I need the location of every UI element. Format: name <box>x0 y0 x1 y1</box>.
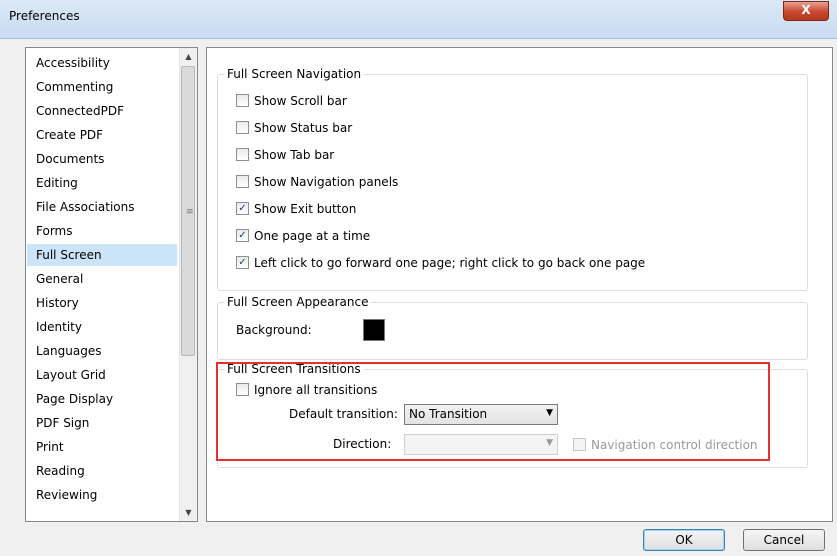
cancel-button[interactable]: Cancel <box>743 529 825 551</box>
category-list[interactable]: Accessibility Commenting ConnectedPDF Cr… <box>25 47 198 522</box>
sidebar-item-commenting[interactable]: Commenting <box>27 76 177 98</box>
sidebar-item-documents[interactable]: Documents <box>27 148 177 170</box>
sidebar-item-connectedpdf[interactable]: ConnectedPDF <box>27 100 177 122</box>
navigation-legend: Full Screen Navigation <box>224 67 365 81</box>
show-scroll-bar-checkbox[interactable] <box>236 94 249 107</box>
sidebar-item-layout-grid[interactable]: Layout Grid <box>27 364 177 386</box>
check-icon: ✓ <box>238 230 247 241</box>
show-navigation-panels-label: Show Navigation panels <box>254 175 399 189</box>
left-click-forward-checkbox[interactable]: ✓ <box>236 256 249 269</box>
show-tab-bar-label: Show Tab bar <box>254 148 335 162</box>
one-page-at-a-time-option[interactable]: ✓ One page at a time <box>236 228 370 244</box>
sidebar-item-full-screen[interactable]: Full Screen <box>27 244 177 266</box>
sidebar-item-page-display[interactable]: Page Display <box>27 388 177 410</box>
show-navigation-panels-option[interactable]: Show Navigation panels <box>236 174 398 190</box>
navigation-group: Full Screen Navigation Show Scroll bar S… <box>217 67 808 291</box>
sidebar-item-languages[interactable]: Languages <box>27 340 177 362</box>
show-tab-bar-checkbox[interactable] <box>236 148 249 161</box>
check-icon: ✓ <box>238 203 247 214</box>
sidebar-item-create-pdf[interactable]: Create PDF <box>27 124 177 146</box>
show-scroll-bar-label: Show Scroll bar <box>254 94 347 108</box>
show-navigation-panels-checkbox[interactable] <box>236 175 249 188</box>
sidebar-item-identity[interactable]: Identity <box>27 316 177 338</box>
show-scroll-bar-option[interactable]: Show Scroll bar <box>236 93 347 109</box>
sidebar-item-forms[interactable]: Forms <box>27 220 177 242</box>
sidebar-item-history[interactable]: History <box>27 292 177 314</box>
one-page-at-a-time-checkbox[interactable]: ✓ <box>236 229 249 242</box>
sidebar-item-reviewing[interactable]: Reviewing <box>27 484 177 506</box>
close-button[interactable]: X <box>783 1 829 21</box>
show-status-bar-label: Show Status bar <box>254 121 353 135</box>
window-title: Preferences <box>9 9 80 23</box>
category-scrollbar[interactable]: ▲ ≡ ▼ <box>179 48 197 521</box>
show-status-bar-checkbox[interactable] <box>236 121 249 134</box>
sidebar-item-accessibility[interactable]: Accessibility <box>27 52 177 74</box>
one-page-at-a-time-label: One page at a time <box>254 229 371 243</box>
show-exit-button-label: Show Exit button <box>254 202 357 216</box>
sidebar-item-reading[interactable]: Reading <box>27 460 177 482</box>
dialog-body: Accessibility Commenting ConnectedPDF Cr… <box>0 39 837 556</box>
scrollbar-thumb[interactable]: ≡ <box>181 66 195 356</box>
scroll-down-icon[interactable]: ▼ <box>180 504 197 521</box>
sidebar-item-print[interactable]: Print <box>27 436 177 458</box>
appearance-group: Full Screen Appearance Background: <box>217 295 808 360</box>
appearance-legend: Full Screen Appearance <box>224 295 372 309</box>
show-exit-button-checkbox[interactable]: ✓ <box>236 202 249 215</box>
grip-icon: ≡ <box>186 207 194 217</box>
left-click-forward-label: Left click to go forward one page; right… <box>254 256 646 270</box>
scroll-up-icon[interactable]: ▲ <box>180 48 197 65</box>
show-exit-button-option[interactable]: ✓ Show Exit button <box>236 201 356 217</box>
check-icon: ✓ <box>238 257 247 268</box>
show-status-bar-option[interactable]: Show Status bar <box>236 120 352 136</box>
left-click-forward-option[interactable]: ✓ Left click to go forward one page; righ… <box>236 255 645 271</box>
titlebar: Preferences X <box>0 0 837 39</box>
sidebar-item-editing[interactable]: Editing <box>27 172 177 194</box>
close-icon: X <box>801 3 811 17</box>
ok-button[interactable]: OK <box>643 529 725 551</box>
highlight-box <box>216 362 770 461</box>
background-label: Background: <box>236 323 312 337</box>
show-tab-bar-option[interactable]: Show Tab bar <box>236 147 334 163</box>
sidebar-item-general[interactable]: General <box>27 268 177 290</box>
background-color-swatch[interactable] <box>363 319 385 341</box>
sidebar-item-pdf-sign[interactable]: PDF Sign <box>27 412 177 434</box>
sidebar-item-file-associations[interactable]: File Associations <box>27 196 177 218</box>
